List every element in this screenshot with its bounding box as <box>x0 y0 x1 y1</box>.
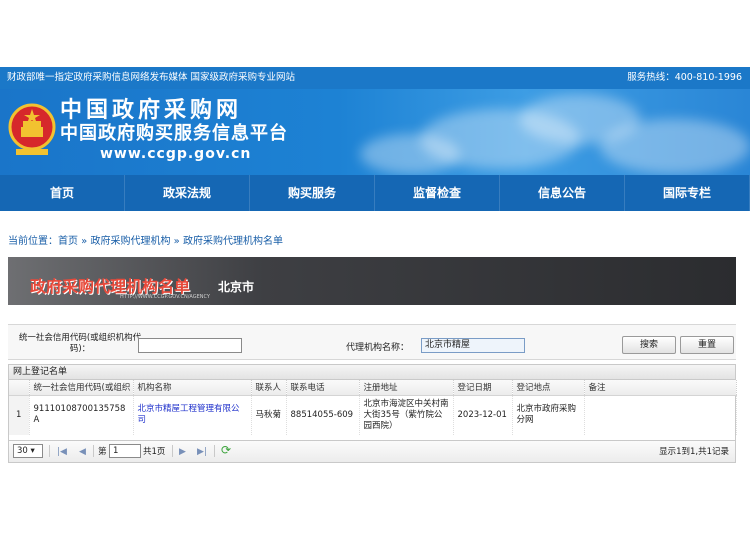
column-header-phone[interactable]: 联系电话 <box>286 380 360 396</box>
agency-name-label: 代理机构名称： <box>346 343 410 353</box>
next-page-icon[interactable]: ▶ <box>179 445 186 459</box>
nav-item-purchase-services[interactable]: 购买服务 <box>250 175 375 211</box>
column-header-credit-code[interactable]: 统一社会信用代码(或组织 <box>29 380 134 396</box>
column-header-contact[interactable]: 联系人 <box>251 380 287 396</box>
page-number-input[interactable]: 1 <box>109 444 141 458</box>
cell-agency-name-link[interactable]: 北京市精屋工程管理有限公司 <box>133 395 252 435</box>
cell-reg-date: 2023-12-01 <box>453 395 513 435</box>
search-button[interactable]: 搜索 <box>622 336 676 354</box>
site-title[interactable]: 中国政府采购网 中国政府购买服务信息平台 www.ccgp.gov.cn <box>60 97 288 163</box>
pager-divider <box>172 445 173 457</box>
table-header-row: 统一社会信用代码(或组织 机构名称 联系人 联系电话 注册地址 登记日期 登记地… <box>9 380 737 396</box>
site-title-sub: 中国政府购买服务信息平台 <box>60 123 288 144</box>
site-title-main: 中国政府采购网 <box>60 97 243 123</box>
cell-address: 北京市海淀区中关村南大街35号（紫竹院公园西院） <box>359 395 454 435</box>
nav-item-home[interactable]: 首页 <box>0 175 125 211</box>
column-header-reg-date[interactable]: 登记日期 <box>453 380 513 396</box>
agency-grid: 网上登记名单 统一社会信用代码(或组织 机构名称 联系人 联系电话 注册地址 登… <box>8 364 737 441</box>
pager: 30 ▾ |◀ ◀ 第 1 共1页 ▶ ▶| ⟳ 显示1到1,共1记录 <box>8 441 736 463</box>
main-nav: 首页 政采法规 购买服务 监督检查 信息公告 国际专栏 <box>0 175 750 211</box>
nav-item-regulations[interactable]: 政采法规 <box>125 175 250 211</box>
pager-divider <box>93 445 94 457</box>
page-size-value: 30 <box>17 446 28 456</box>
grid-caption: 网上登记名单 <box>9 365 735 380</box>
credit-code-label: 统一社会信用代码(或组织机构代码)： <box>18 333 142 354</box>
agency-name-input[interactable]: 北京市精屋 <box>421 338 525 353</box>
refresh-icon[interactable]: ⟳ <box>221 443 231 457</box>
cell-remark <box>584 395 737 435</box>
site-banner: 中国政府采购网 中国政府购买服务信息平台 www.ccgp.gov.cn <box>0 89 750 175</box>
table-row[interactable]: 1 91110108700135758A 北京市精屋工程管理有限公司 马秋菊 8… <box>9 395 737 435</box>
breadcrumb[interactable]: 当前位置：首页 » 政府采购代理机构 » 政府采购代理机构名单 <box>8 232 283 247</box>
last-page-icon[interactable]: ▶| <box>197 445 207 459</box>
service-hotline: 服务热线：400-810-1996 <box>627 72 742 83</box>
cell-reg-place: 北京市政府采购分网 <box>512 395 585 435</box>
nav-item-supervision[interactable]: 监督检查 <box>375 175 500 211</box>
column-header-reg-place[interactable]: 登记地点 <box>512 380 585 396</box>
prev-page-icon[interactable]: ◀ <box>79 445 86 459</box>
page-city: 北京市 <box>218 280 255 294</box>
top-bar: 财政部唯一指定政府采购信息网络发布媒体 国家级政府采购专业网站 服务热线：400… <box>0 67 750 89</box>
site-slogan: 财政部唯一指定政府采购信息网络发布媒体 国家级政府采购专业网站 <box>7 72 296 83</box>
pager-divider <box>49 445 50 457</box>
page-heading-banner: 政府采购代理机构名单 北京市 HTTP://WWW.CCGP.GOV.CN/AG… <box>8 257 736 305</box>
column-header-remark[interactable]: 备注 <box>584 380 737 396</box>
credit-code-input[interactable] <box>138 338 242 353</box>
cell-index: 1 <box>9 395 30 435</box>
page-total-label: 共1页 <box>143 447 166 457</box>
national-emblem-icon[interactable] <box>8 101 56 159</box>
site-url: www.ccgp.gov.cn <box>100 146 252 162</box>
nav-item-announcements[interactable]: 信息公告 <box>500 175 625 211</box>
cell-phone: 88514055-609 <box>286 395 360 435</box>
heading-url: HTTP://WWW.CCGP.GOV.CN/AGENCY <box>120 294 210 300</box>
agency-table: 统一社会信用代码(或组织 机构名称 联系人 联系电话 注册地址 登记日期 登记地… <box>9 380 737 435</box>
pager-divider <box>214 445 215 457</box>
column-header-index <box>9 380 30 396</box>
pager-summary: 显示1到1,共1记录 <box>659 447 729 457</box>
reset-button[interactable]: 重置 <box>680 336 734 354</box>
cell-credit-code: 91110108700135758A <box>29 395 134 435</box>
search-panel: 统一社会信用代码(或组织机构代码)： 代理机构名称： 北京市精屋 搜索 重置 <box>8 324 736 360</box>
cell-contact: 马秋菊 <box>251 395 287 435</box>
column-header-address[interactable]: 注册地址 <box>359 380 454 396</box>
page-label-before: 第 <box>98 447 107 457</box>
page-size-select[interactable]: 30 ▾ <box>13 444 43 458</box>
column-header-agency-name[interactable]: 机构名称 <box>133 380 252 396</box>
first-page-icon[interactable]: |◀ <box>57 445 67 459</box>
nav-item-international[interactable]: 国际专栏 <box>625 175 750 211</box>
